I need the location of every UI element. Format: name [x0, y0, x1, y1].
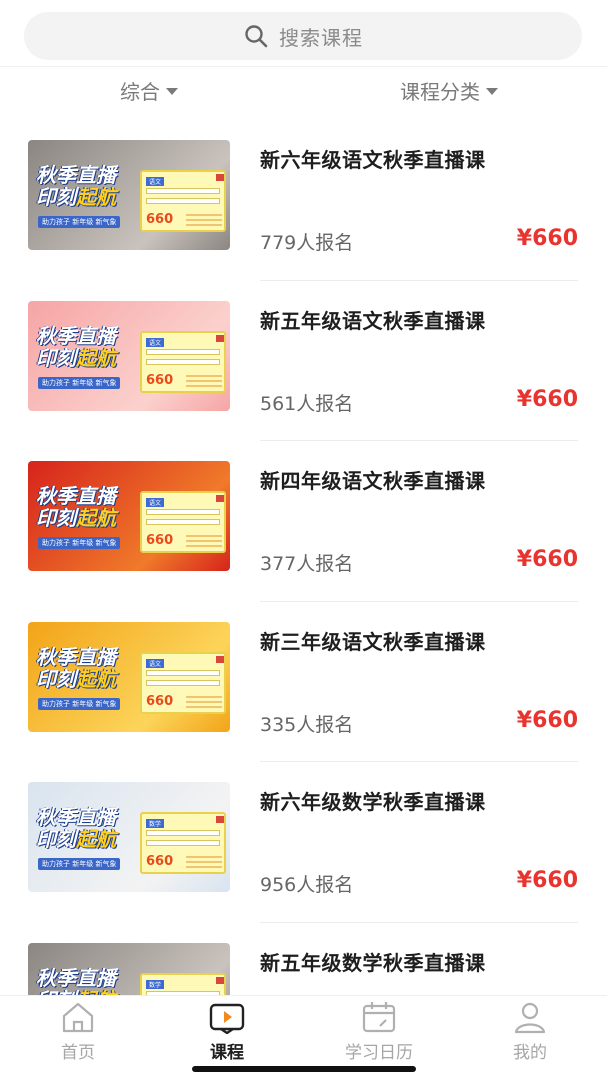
flag-icon: [216, 334, 224, 342]
thumbnail-price-card: 数学 660: [140, 972, 226, 995]
enrollment-count: 956人报名: [260, 874, 354, 896]
home-indicator: [192, 1066, 416, 1072]
course-list-item[interactable]: 秋季直播 印刻起航 助力孩子 新年级 新气象 数学 660 新六年级数学秋季直播…: [0, 762, 607, 923]
course-price: ¥660: [516, 226, 578, 251]
course-price: ¥660: [516, 868, 578, 893]
flag-icon: [216, 174, 224, 181]
divider: [0, 66, 607, 67]
enrollment-count: 561人报名: [260, 392, 354, 415]
enrollment-count: 335人报名: [260, 713, 354, 736]
thumbnail-headline: 秋季直播 印刻起航: [36, 644, 116, 691]
tab-course[interactable]: 课程: [177, 1000, 277, 1063]
course-list-item[interactable]: 秋季直播 印刻起航 助力孩子 新年级 新气象 数学 660 新五年级数学秋季直播…: [0, 923, 607, 996]
tab-calendar[interactable]: 学习日历: [329, 1000, 429, 1063]
thumbnail-price-card: 语文 660: [140, 491, 226, 553]
course-thumbnail: 秋季直播 印刻起航 助力孩子 新年级 新气象 语文 660: [28, 300, 230, 411]
thumbnail-headline: 秋季直播 印刻起航: [36, 805, 116, 851]
course-thumbnail: 秋季直播 印刻起航 助力孩子 新年级 新气象 数学 660: [28, 942, 230, 996]
course-list: 秋季直播 印刻起航 助力孩子 新年级 新气象 语文 660 新六年级语文秋季直播…: [0, 120, 607, 995]
tab-me-label: 我的: [513, 1043, 547, 1063]
flag-icon: [216, 655, 224, 663]
thumbnail-slogan: 助力孩子 新年级 新气象: [38, 858, 121, 870]
course-title: 新六年级数学秋季直播课: [260, 790, 486, 814]
course-title: 新六年级语文秋季直播课: [260, 148, 486, 172]
course-price: ¥660: [516, 386, 578, 412]
course-thumbnail: 秋季直播 印刻起航 助力孩子 新年级 新气象 语文 660: [28, 140, 230, 250]
subject-tag: 语文: [146, 177, 165, 186]
thumbnail-slogan: 助力孩子 新年级 新气象: [38, 537, 121, 549]
flag-icon: [216, 495, 224, 502]
tab-course-label: 课程: [210, 1043, 244, 1063]
tab-me[interactable]: 我的: [480, 1000, 580, 1063]
tab-home-label: 首页: [61, 1043, 95, 1063]
course-list-item[interactable]: 秋季直播 印刻起航 助力孩子 新年级 新气象 语文 660 新五年级语文秋季直播…: [0, 281, 607, 441]
calendar-icon: [362, 1002, 396, 1033]
thumbnail-headline: 秋季直播 印刻起航: [36, 965, 116, 996]
search-icon: [245, 25, 268, 48]
course-list-item[interactable]: 秋季直播 印刻起航 助力孩子 新年级 新气象 语文 660 新六年级语文秋季直播…: [0, 120, 607, 281]
filter-category-label: 课程分类: [400, 80, 480, 104]
course-thumbnail: 秋季直播 印刻起航 助力孩子 新年级 新气象 语文 660: [28, 461, 230, 571]
thumbnail-price-card: 语文 660: [140, 170, 226, 232]
thumbnail-slogan: 助力孩子 新年级 新气象: [38, 697, 121, 710]
course-thumbnail: 秋季直播 印刻起航 助力孩子 新年级 新气象 数学 660: [28, 782, 230, 892]
filter-all-label: 综合: [120, 80, 160, 104]
subject-tag: 语文: [146, 658, 165, 668]
course-play-icon: [209, 1003, 245, 1034]
subject-tag: 语文: [146, 498, 165, 507]
search-placeholder: 搜索课程: [279, 25, 363, 50]
course-title: 新四年级语文秋季直播课: [260, 469, 486, 493]
flag-icon: [216, 976, 224, 984]
thumbnail-price-card: 语文 660: [140, 330, 226, 393]
filter-category-dropdown[interactable]: 课程分类: [400, 76, 498, 105]
thumbnail-slogan: 助力孩子 新年级 新气象: [38, 216, 121, 228]
thumbnail-price-card: 数学 660: [140, 812, 226, 874]
enrollment-count: 779人报名: [260, 232, 354, 254]
tab-home[interactable]: 首页: [28, 1000, 128, 1063]
course-title: 新三年级语文秋季直播课: [260, 629, 486, 654]
enrollment-count: 377人报名: [260, 553, 354, 575]
home-icon: [62, 1002, 94, 1033]
subject-tag: 语文: [146, 337, 165, 347]
filter-all-dropdown[interactable]: 综合: [120, 76, 178, 105]
course-list-item[interactable]: 秋季直播 印刻起航 助力孩子 新年级 新气象 语文 660 新三年级语文秋季直播…: [0, 602, 607, 762]
course-title: 新五年级语文秋季直播课: [260, 308, 486, 333]
tab-calendar-label: 学习日历: [345, 1043, 413, 1063]
thumbnail-headline: 秋季直播 印刻起航: [36, 323, 116, 370]
filter-bar: 综合 课程分类: [0, 76, 607, 110]
course-price: ¥660: [516, 707, 578, 733]
course-list-item[interactable]: 秋季直播 印刻起航 助力孩子 新年级 新气象 语文 660 新四年级语文秋季直播…: [0, 441, 607, 602]
course-thumbnail: 秋季直播 印刻起航 助力孩子 新年级 新气象 语文 660: [28, 621, 230, 732]
thumbnail-price-card: 语文 660: [140, 651, 226, 714]
subject-tag: 数学: [146, 819, 165, 828]
caret-down-icon: [166, 88, 178, 95]
thumbnail-headline: 秋季直播 印刻起航: [36, 163, 116, 209]
thumbnail-headline: 秋季直播 印刻起航: [36, 484, 116, 530]
flag-icon: [216, 816, 224, 823]
search-bar[interactable]: 搜索课程: [24, 12, 582, 60]
subject-tag: 数学: [146, 979, 165, 989]
thumbnail-slogan: 助力孩子 新年级 新气象: [38, 376, 121, 389]
course-title: 新五年级数学秋季直播课: [260, 950, 486, 975]
course-price: ¥660: [516, 547, 578, 572]
user-icon: [514, 1002, 546, 1034]
caret-down-icon: [486, 88, 498, 95]
